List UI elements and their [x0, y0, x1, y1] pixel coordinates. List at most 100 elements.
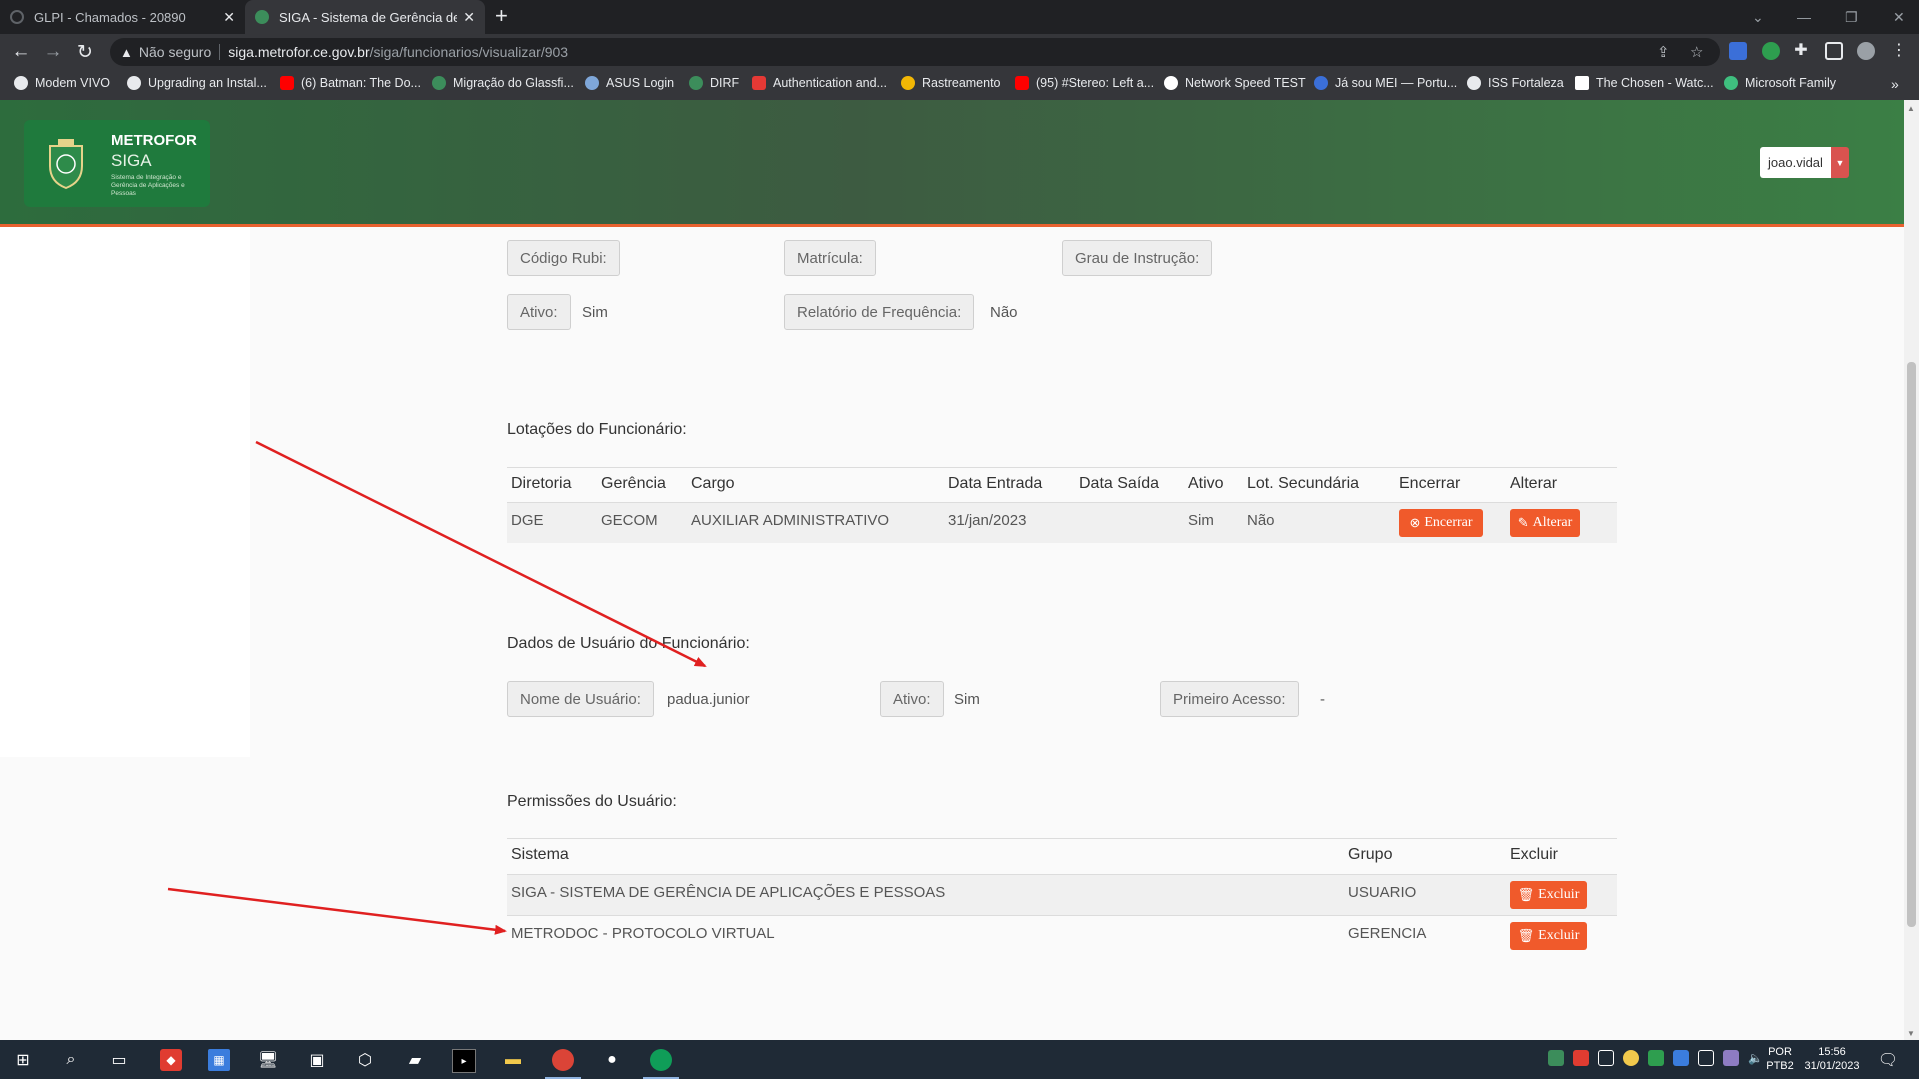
chrome-icon[interactable] — [552, 1049, 574, 1071]
network-icon[interactable] — [1698, 1050, 1714, 1066]
github-icon[interactable]: ● — [601, 1049, 623, 1071]
tray-app-icon[interactable] — [1548, 1050, 1564, 1066]
permissoes-title: Permissões do Usuário: — [507, 793, 677, 810]
bookmark-item[interactable]: Microsoft Family — [1724, 76, 1836, 90]
new-tab-button[interactable]: + — [495, 4, 508, 28]
anydesk-icon[interactable]: ◆ — [160, 1049, 182, 1071]
minimize-icon[interactable]: — — [1797, 0, 1811, 34]
side-panel-icon[interactable] — [1825, 42, 1843, 60]
column-header: Gerência — [601, 475, 666, 492]
excluir-button[interactable]: 🗑 Excluir — [1510, 922, 1587, 950]
scrollbar-thumb[interactable] — [1907, 362, 1916, 927]
bookmark-item[interactable]: ASUS Login — [585, 76, 674, 90]
volume-icon[interactable]: 🔈 — [1748, 1050, 1764, 1066]
language-secondary: PTB2 — [1766, 1060, 1794, 1072]
hp-icon[interactable] — [1673, 1050, 1689, 1066]
clock[interactable]: 15:56 31/01/2023 — [1796, 1045, 1868, 1073]
bookmark-item[interactable]: Migração do Glassfi... — [432, 76, 574, 90]
bookmark-item[interactable]: Rastreamento — [901, 76, 1001, 90]
pen-icon[interactable] — [1723, 1050, 1739, 1066]
extension-badge-icon[interactable] — [1762, 42, 1780, 60]
google-icon — [1164, 76, 1178, 90]
back-icon[interactable]: ← — [7, 38, 35, 66]
excluir-button[interactable]: 🗑 Excluir — [1510, 881, 1587, 909]
bookmark-item[interactable]: DIRF — [689, 76, 739, 90]
bookmarks-overflow-button[interactable]: » — [1891, 76, 1899, 92]
encerrar-button[interactable]: ⊗ Encerrar — [1399, 509, 1483, 537]
bookmark-favicon-icon — [1724, 76, 1738, 90]
bookmark-item[interactable]: ISS Fortaleza — [1467, 76, 1564, 90]
bookmark-star-icon[interactable]: ☆ — [1690, 43, 1703, 61]
tray-app-icon[interactable] — [1598, 1050, 1614, 1066]
bookmarks-bar: Modem VIVO Upgrading an Instal... (6) Ba… — [0, 70, 1919, 101]
profile-avatar[interactable] — [1857, 42, 1875, 60]
bookmark-item[interactable]: Upgrading an Instal... — [127, 76, 267, 90]
remote-desktop-icon[interactable]: 🖥 — [257, 1049, 279, 1071]
windows-taskbar: ⊞ ⌕ ▭ ◆ ▦ 🖥 ▣ ⬡ ▰ ▸ ▬ ● 🔈 POR PTB2 15:56… — [0, 1040, 1919, 1079]
chrome-icon[interactable] — [650, 1049, 672, 1071]
column-header: Cargo — [691, 475, 735, 492]
bookmark-item[interactable]: (95) #Stereo: Left a... — [1015, 76, 1154, 90]
windows-start-icon[interactable]: ⊞ — [12, 1049, 34, 1071]
restore-icon[interactable]: ❐ — [1845, 0, 1858, 34]
alterar-button[interactable]: ✎ Alterar — [1510, 509, 1580, 537]
page-scrollbar[interactable]: ▲ ▼ — [1904, 100, 1919, 1040]
table-header-border — [507, 838, 1617, 839]
bookmark-item[interactable]: Authentication and... — [752, 76, 887, 90]
trash-icon: 🗑 — [1517, 928, 1535, 943]
column-header: Grupo — [1348, 846, 1393, 863]
file-explorer-icon[interactable]: ▬ — [502, 1049, 524, 1071]
search-icon[interactable]: ⌕ — [60, 1049, 82, 1071]
shield-icon[interactable] — [1648, 1050, 1664, 1066]
clock-time: 15:56 — [1818, 1046, 1846, 1058]
bookmark-favicon-icon — [14, 76, 28, 90]
language-indicator[interactable]: POR PTB2 — [1764, 1045, 1796, 1073]
task-view-icon[interactable]: ▭ — [108, 1049, 130, 1071]
scroll-up-icon[interactable]: ▲ — [1907, 104, 1915, 113]
reload-icon[interactable]: ↻ — [71, 38, 99, 66]
store-icon[interactable]: ▦ — [208, 1049, 230, 1071]
forward-icon[interactable]: → — [39, 38, 67, 66]
virtualbox-icon[interactable]: ⬡ — [354, 1049, 376, 1071]
close-tab-icon[interactable]: ✕ — [223, 9, 235, 26]
close-tab-icon[interactable]: ✕ — [463, 9, 475, 26]
tray-app-icon[interactable] — [1623, 1050, 1639, 1066]
tab-glpi[interactable]: GLPI - Chamados - 20890 ✕ — [0, 0, 245, 34]
notes-icon[interactable]: ▰ — [404, 1049, 426, 1071]
trash-icon: 🗑 — [1517, 887, 1535, 902]
bookmark-item[interactable]: Já sou MEI — Portu... — [1314, 76, 1457, 90]
chevron-down-icon[interactable]: ▼ — [1830, 147, 1849, 178]
metrofor-logo[interactable]: METROFOR SIGA Sistema de Integração e Ge… — [24, 120, 210, 207]
tray-app-icon[interactable] — [1573, 1050, 1589, 1066]
lotacoes-table: Diretoria Gerência Cargo Data Entrada Da… — [507, 467, 1617, 547]
glpi-favicon-icon — [10, 10, 24, 24]
app-icon[interactable]: ▣ — [306, 1049, 328, 1071]
bookmark-item[interactable]: The Chosen - Watc... — [1575, 76, 1714, 90]
terminal-icon[interactable]: ▸ — [452, 1049, 476, 1073]
bookmark-item[interactable]: Network Speed TEST — [1164, 76, 1306, 90]
column-header: Ativo — [1188, 475, 1224, 492]
url-host: siga.metrofor.ce.gov.br — [228, 44, 370, 60]
bookmark-favicon-icon — [1575, 76, 1589, 90]
address-bar[interactable]: ▲ Não seguro siga.metrofor.ce.gov.br/sig… — [110, 38, 1720, 66]
share-icon[interactable]: ⇪ — [1657, 43, 1670, 61]
main-content: Código Rubi: Matrícula: Grau de Instruçã… — [0, 227, 1904, 1040]
ativo-label: Ativo: — [507, 294, 571, 330]
translate-extension-icon[interactable] — [1729, 42, 1747, 60]
extensions-puzzle-icon[interactable]: ✚ — [1792, 42, 1810, 60]
close-window-icon[interactable]: ✕ — [1893, 0, 1905, 34]
scroll-down-icon[interactable]: ▼ — [1907, 1029, 1915, 1038]
youtube-icon — [1015, 76, 1029, 90]
menu-kebab-icon[interactable]: ⋮ — [1890, 42, 1908, 60]
tab-siga[interactable]: SIGA - Sistema de Gerência de Aç... ✕ — [245, 0, 485, 34]
user-menu[interactable]: joao.vidal ▼ — [1760, 147, 1849, 178]
notifications-icon[interactable]: 🗨 — [1877, 1049, 1899, 1071]
tab-search-icon[interactable]: ⌄ — [1752, 0, 1764, 34]
tab-title: GLPI - Chamados - 20890 — [34, 9, 186, 25]
bookmark-item[interactable]: (6) Batman: The Do... — [280, 76, 421, 90]
browser-toolbar: ← → ↻ ▲ Não seguro siga.metrofor.ce.gov.… — [0, 34, 1919, 70]
table-row: DGE GECOM AUXILIAR ADMINISTRATIVO 31/jan… — [507, 502, 1617, 543]
usuario-ativo-label: Ativo: — [880, 681, 944, 717]
bookmark-item[interactable]: Modem VIVO — [14, 76, 110, 90]
column-header: Diretoria — [511, 475, 572, 492]
